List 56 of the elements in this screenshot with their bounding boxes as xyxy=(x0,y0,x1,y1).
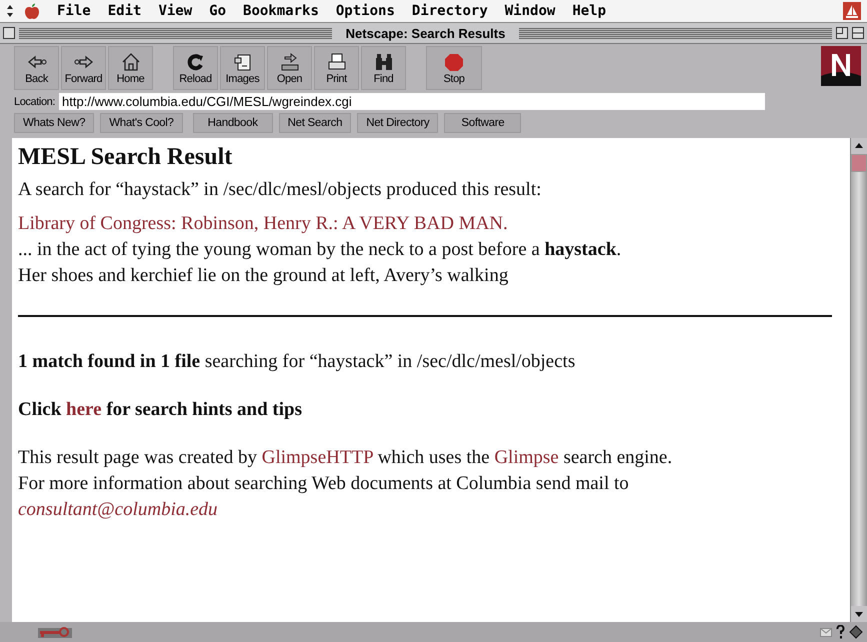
toolbar-button[interactable]: Find xyxy=(361,46,406,90)
footer-text: This result page was created by GlimpseHTTP which uses the Glimpse search engine. xyxy=(18,446,674,470)
window-title: Netscape: Search Results xyxy=(344,26,506,40)
directory-button[interactable]: Software xyxy=(444,113,522,133)
footer-link[interactable]: Glimpse xyxy=(494,447,559,468)
toolbar-button[interactable]: Open xyxy=(267,46,312,90)
toolbar-button[interactable]: Images xyxy=(220,46,265,90)
mail-icon[interactable] xyxy=(820,628,832,636)
hint-link[interactable]: here xyxy=(66,399,102,420)
arrow-into-tray-icon xyxy=(278,52,300,72)
sailboat-icon[interactable] xyxy=(843,2,861,20)
location-label: Location: xyxy=(14,96,56,108)
hint-text: Click here for search hints and tips xyxy=(18,399,303,421)
key-icon xyxy=(38,626,72,638)
menu-item[interactable]: File xyxy=(57,3,91,19)
menu-item[interactable]: Window xyxy=(504,3,556,19)
zoom-box-icon[interactable] xyxy=(836,27,848,39)
toolbar-button[interactable]: Print xyxy=(314,46,359,90)
directory-button[interactable]: What's Cool? xyxy=(100,113,183,133)
menu-item[interactable]: View xyxy=(158,3,192,19)
footer-link[interactable]: GlimpseHTTP xyxy=(262,447,373,468)
toolbar-button[interactable]: Home xyxy=(108,46,153,90)
toolbar-button[interactable]: Stop xyxy=(426,46,482,90)
footer-text: For more information about searching Web documents at Columbia send mail to xyxy=(18,472,630,496)
excerpt-text: Her shoes and kerchief lie on the ground at left, Avery’s walking xyxy=(18,264,510,288)
menu-switch-icon[interactable] xyxy=(6,4,14,18)
directory-button[interactable]: Net Search xyxy=(278,113,352,133)
diamond-icon[interactable] xyxy=(849,625,863,639)
directory-button[interactable]: Handbook xyxy=(192,113,273,133)
netscape-logo[interactable] xyxy=(821,46,861,86)
toolbar-button[interactable]: Back xyxy=(14,46,59,90)
menu-item[interactable]: Go xyxy=(209,3,226,19)
result-link[interactable]: Library of Congress: Robinson, Henry R.: A VERY BAD MAN. xyxy=(18,211,832,237)
collapse-box-icon[interactable] xyxy=(852,27,864,39)
menu-item[interactable]: Directory xyxy=(412,3,488,19)
summary-text: 1 match found in 1 file searching for “haystack” in /sec/dlc/mesl/objects xyxy=(18,351,576,373)
scroll-thumb[interactable] xyxy=(851,154,867,172)
directory-button[interactable]: Net Directory xyxy=(357,113,438,133)
directory-button[interactable]: Whats New? xyxy=(14,113,94,133)
intro-text: A search for “haystack” in /sec/dlc/mesl/objects produced this result: xyxy=(18,179,542,201)
toolbar-button[interactable]: Reload xyxy=(173,46,218,90)
excerpt-text: ... in the act of tying the young woman by the neck to a post before a haystack. xyxy=(18,238,622,262)
menu-item[interactable]: Help xyxy=(572,3,606,19)
close-box[interactable] xyxy=(3,27,15,39)
toolbar-button[interactable]: Forward xyxy=(61,46,106,90)
menu-item[interactable]: Bookmarks xyxy=(243,3,319,19)
apple-icon[interactable] xyxy=(24,2,40,20)
stop-sign-icon xyxy=(443,52,465,72)
page-heading: MESL Search Result xyxy=(18,144,234,171)
location-field[interactable]: http://www.columbia.edu/CGI/MESL/wgreindex.cgi xyxy=(59,93,766,110)
help-icon[interactable] xyxy=(836,625,845,639)
menu-item[interactable]: Options xyxy=(336,3,395,19)
menu-item[interactable]: Edit xyxy=(108,3,142,19)
email-link[interactable]: consultant@columbia.edu xyxy=(18,499,218,520)
picture-document-icon xyxy=(232,52,254,72)
printer-icon xyxy=(326,52,348,72)
